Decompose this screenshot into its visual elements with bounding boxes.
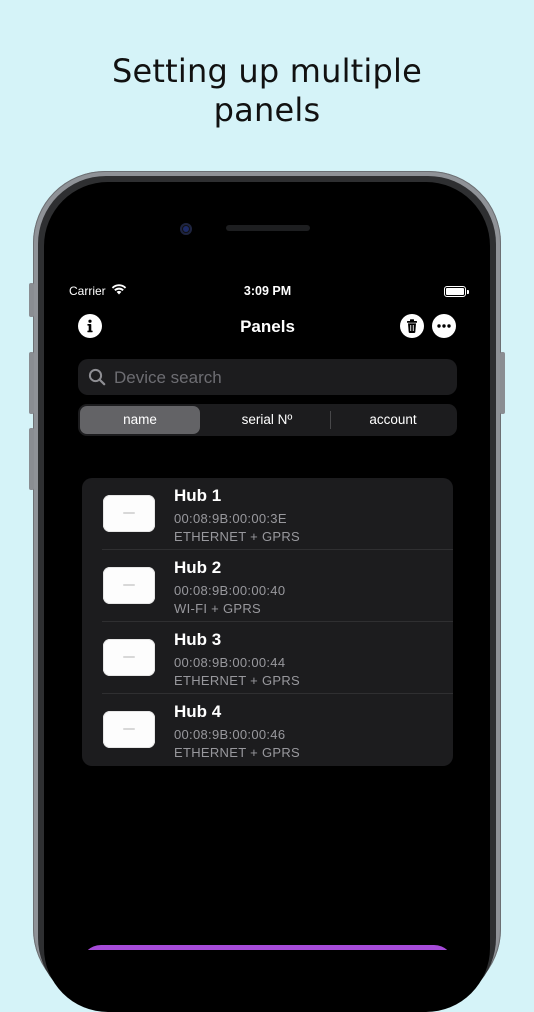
status-bar: Carrier 3:09 PM xyxy=(61,279,474,303)
hub-mac-address: 00:08:9B:00:00:46 xyxy=(174,727,286,742)
phone-silent-switch xyxy=(29,283,34,317)
segment-serial[interactable]: serial Nº xyxy=(204,406,330,434)
headline-line-2: panels xyxy=(213,91,321,129)
search-placeholder: Device search xyxy=(114,368,222,387)
hub-name: Hub 1 xyxy=(174,486,222,505)
headline-line-1: Setting up multiple xyxy=(112,52,422,90)
hub-name: Hub 4 xyxy=(174,702,222,721)
more-button[interactable] xyxy=(432,314,456,338)
hub-mac-address: 00:08:9B:00:00:44 xyxy=(174,655,286,670)
add-hub-button[interactable] xyxy=(81,945,454,950)
segment-name[interactable]: name xyxy=(80,406,200,434)
hub-mac-address: 00:08:9B:00:00:40 xyxy=(174,583,286,598)
phone-power-button xyxy=(500,352,505,414)
navigation-bar: Panels xyxy=(61,309,474,345)
phone-volume-up xyxy=(29,352,34,414)
hub-device-image xyxy=(103,639,155,676)
battery-icon xyxy=(444,286,469,297)
hub-device-image xyxy=(103,711,155,748)
hub-connection-type: ETHERNET + GPRS xyxy=(174,529,300,544)
hub-mac-address: 00:08:9B:00:00:3E xyxy=(174,511,287,526)
hub-name: Hub 3 xyxy=(174,630,222,649)
hub-list: Hub 1 00:08:9B:00:00:3E ETHERNET + GPRS … xyxy=(82,478,453,766)
hub-row[interactable]: Hub 1 00:08:9B:00:00:3E ETHERNET + GPRS xyxy=(82,478,453,550)
hub-connection-type: ETHERNET + GPRS xyxy=(174,673,300,688)
sort-segmented-control: name serial Nº account xyxy=(78,404,457,436)
hub-row[interactable]: Hub 3 00:08:9B:00:00:44 ETHERNET + GPRS xyxy=(82,622,453,694)
hub-connection-type: ETHERNET + GPRS xyxy=(174,745,300,760)
earpiece-speaker xyxy=(226,225,310,231)
trash-icon xyxy=(407,319,417,333)
more-icon xyxy=(437,324,451,328)
hub-device-image xyxy=(103,495,155,532)
search-icon xyxy=(88,368,106,386)
hub-device-image xyxy=(103,567,155,604)
hub-row[interactable]: Hub 2 00:08:9B:00:00:40 WI-FI + GPRS xyxy=(82,550,453,622)
promo-headline: Setting up multiple panels xyxy=(0,52,534,130)
hub-name: Hub 2 xyxy=(174,558,222,577)
delete-button[interactable] xyxy=(400,314,424,338)
front-camera xyxy=(180,223,192,235)
hub-connection-type: WI-FI + GPRS xyxy=(174,601,262,616)
phone-volume-down xyxy=(29,428,34,490)
hub-row[interactable]: Hub 4 00:08:9B:00:00:46 ETHERNET + GPRS xyxy=(82,694,453,766)
app-screen: Carrier 3:09 PM Panels Device search nam… xyxy=(61,279,474,950)
segment-account[interactable]: account xyxy=(331,406,455,434)
device-search-field[interactable]: Device search xyxy=(78,359,457,395)
status-time: 3:09 PM xyxy=(243,284,292,298)
